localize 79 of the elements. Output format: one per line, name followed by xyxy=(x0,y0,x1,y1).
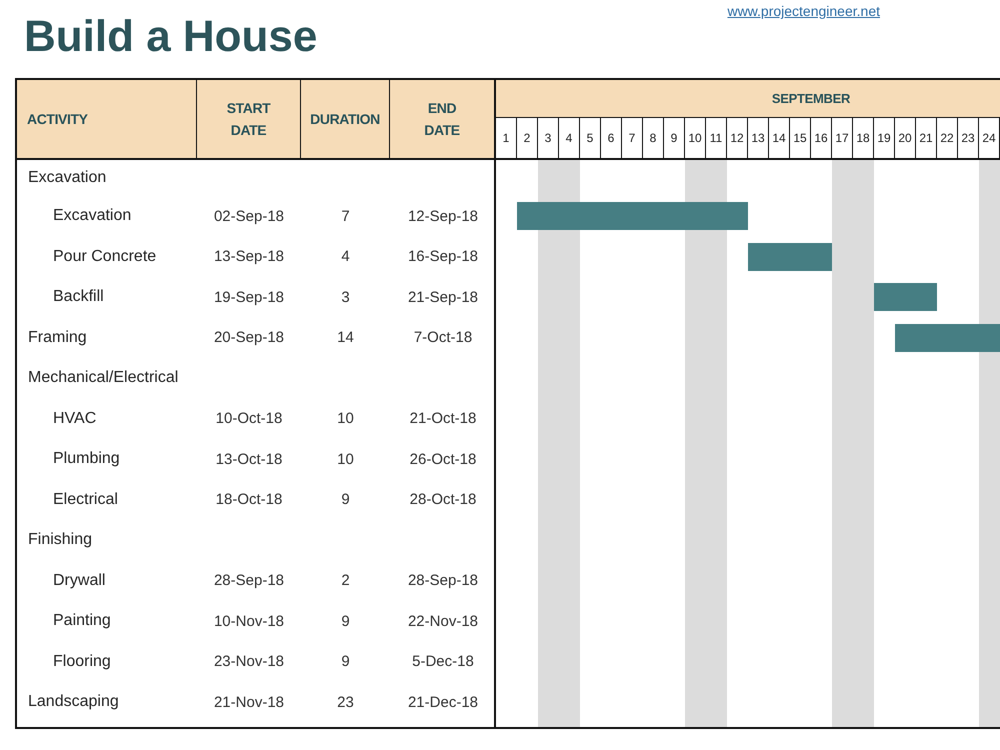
end-date-cell: 28-Oct-18 xyxy=(410,491,476,508)
day-header: 24 xyxy=(979,118,1000,160)
task-name: Backfill xyxy=(53,288,104,306)
day-header: 10 xyxy=(685,118,706,160)
start-date-cell: 28-Sep-18 xyxy=(214,572,284,590)
duration-cell: 10 xyxy=(337,450,354,468)
day-header: 8 xyxy=(643,118,664,160)
day-header: 5 xyxy=(580,118,601,160)
task-name: Flooring xyxy=(53,652,111,671)
task-name: Plumbing xyxy=(53,450,120,468)
phase-name: Landscaping xyxy=(28,693,119,712)
day-header: 16 xyxy=(811,118,832,160)
duration-cell: 4 xyxy=(341,248,350,266)
end-date-cell: 26-Oct-18 xyxy=(410,450,476,468)
column-header: END DATE xyxy=(390,80,496,160)
start-date-cell: 19-Sep-18 xyxy=(214,288,284,306)
duration-cell: 9 xyxy=(341,491,350,508)
end-date-cell: 21-Dec-18 xyxy=(408,694,478,711)
column-header: START DATE xyxy=(197,80,301,160)
end-date-cell: 5-Dec-18 xyxy=(412,653,474,670)
month-header: SEPTEMBER xyxy=(496,80,1000,118)
end-date-cell: 12-Sep-18 xyxy=(408,208,478,225)
duration-cell: 3 xyxy=(341,288,350,306)
end-date-cell: 22-Nov-18 xyxy=(408,612,478,630)
column-header: DURATION xyxy=(301,80,390,160)
page-title: Build a House xyxy=(24,15,318,59)
duration-cell: 23 xyxy=(337,694,354,711)
duration-cell: 9 xyxy=(341,653,350,670)
day-header: 9 xyxy=(664,118,685,160)
day-header: 1 xyxy=(496,118,517,160)
start-date-cell: 18-Oct-18 xyxy=(216,491,282,508)
start-date-cell: 13-Sep-18 xyxy=(214,248,284,266)
day-header: 20 xyxy=(895,118,916,160)
day-header: 22 xyxy=(937,118,958,160)
task-name: Excavation xyxy=(53,207,132,226)
phase-name: Mechanical/Electrical xyxy=(28,369,178,388)
end-date-cell: 16-Sep-18 xyxy=(408,248,478,266)
duration-cell: 9 xyxy=(341,612,350,630)
gantt-bar xyxy=(874,283,937,312)
duration-cell: 2 xyxy=(341,572,350,590)
day-header: 7 xyxy=(622,118,643,160)
day-header: 2 xyxy=(517,118,538,160)
phase-name: Finishing xyxy=(28,531,92,550)
start-date-cell: 02-Sep-18 xyxy=(214,208,284,225)
end-date-cell: 28-Sep-18 xyxy=(408,572,478,590)
day-header: 15 xyxy=(790,118,811,160)
end-date-cell: 21-Sep-18 xyxy=(408,288,478,306)
start-date-cell: 23-Nov-18 xyxy=(214,653,284,670)
end-date-cell: 7-Oct-18 xyxy=(414,329,472,346)
day-header: 19 xyxy=(874,118,895,160)
column-header: ACTIVITY xyxy=(17,80,197,160)
phase-name: Excavation xyxy=(28,169,106,187)
website-link[interactable]: www.projectengineer.net xyxy=(727,3,880,19)
day-header: 4 xyxy=(559,118,580,160)
start-date-cell: 10-Oct-18 xyxy=(216,410,282,428)
task-name: Electrical xyxy=(53,490,118,509)
duration-cell: 14 xyxy=(337,329,354,346)
day-header: 23 xyxy=(958,118,979,160)
day-header: 21 xyxy=(916,118,937,160)
task-name: Drywall xyxy=(53,572,106,590)
start-date-cell: 10-Nov-18 xyxy=(214,612,284,630)
day-header: 3 xyxy=(538,118,559,160)
task-name: Pour Concrete xyxy=(53,248,156,266)
task-name: Painting xyxy=(53,612,111,630)
start-date-cell: 20-Sep-18 xyxy=(214,329,284,346)
start-date-cell: 13-Oct-18 xyxy=(216,450,282,468)
day-header: 18 xyxy=(853,118,874,160)
end-date-cell: 21-Oct-18 xyxy=(410,410,476,428)
phase-name: Framing xyxy=(28,328,87,347)
duration-cell: 7 xyxy=(341,208,350,225)
day-header: 12 xyxy=(727,118,748,160)
day-header: 11 xyxy=(706,118,727,160)
day-header: 17 xyxy=(832,118,853,160)
day-header: 6 xyxy=(601,118,622,160)
day-header: 14 xyxy=(769,118,790,160)
day-header: 13 xyxy=(748,118,769,160)
start-date-cell: 21-Nov-18 xyxy=(214,694,284,711)
duration-cell: 10 xyxy=(337,410,354,428)
task-name: HVAC xyxy=(53,410,96,428)
